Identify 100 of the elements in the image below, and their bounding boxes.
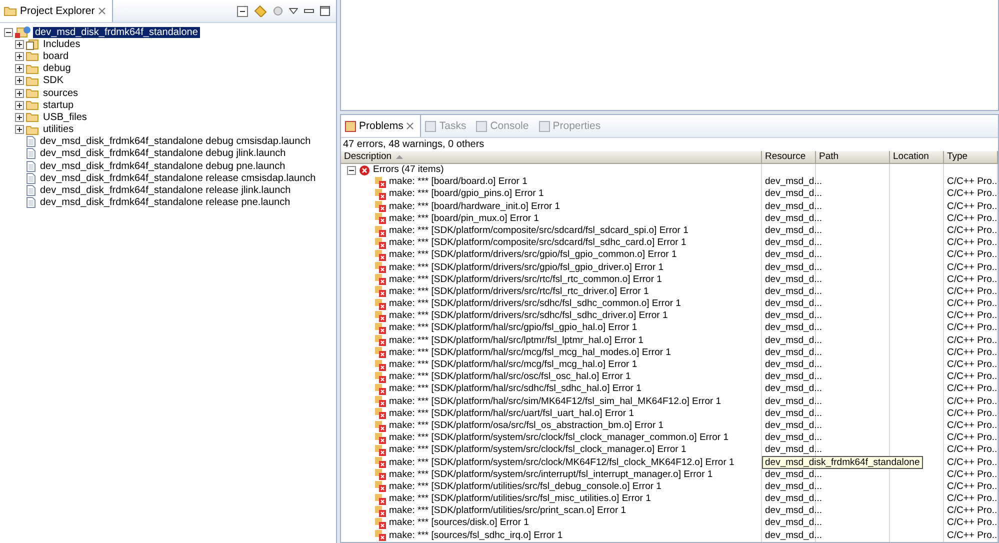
tree-item[interactable]: USB_files xyxy=(41,112,89,123)
resource-cell: dev_msd_d... xyxy=(765,212,822,225)
expand-icon[interactable] xyxy=(15,88,24,98)
tree-item[interactable]: utilities xyxy=(41,124,76,136)
build-error-icon xyxy=(375,518,386,530)
view-title: Project Explorer xyxy=(20,5,95,17)
problem-description: make: *** [SDK/platform/hal/src/mcg/fsl_mcg_hal_modes.o] Error 1 xyxy=(389,346,671,360)
group-label: Errors (47 items) xyxy=(373,164,444,176)
column-header[interactable]: Path xyxy=(816,151,890,164)
build-error-icon xyxy=(375,298,386,310)
resource-cell: dev_msd_d... xyxy=(765,383,822,396)
expand-icon[interactable] xyxy=(15,52,24,61)
resource-cell: dev_msd_d... xyxy=(765,322,822,335)
folder-icon xyxy=(26,51,39,62)
type-cell: C/C++ Pro... xyxy=(947,334,998,347)
file-icon xyxy=(26,172,36,184)
expand-icon[interactable] xyxy=(15,112,24,122)
close-icon[interactable] xyxy=(98,7,106,15)
build-error-icon xyxy=(375,469,386,480)
problem-description: make: *** [SDK/platform/drivers/src/sdhc/fsl_sdhc_common.o] Error 1 xyxy=(389,298,681,310)
expand-icon[interactable] xyxy=(15,76,24,86)
tree-item[interactable]: dev_msd_disk_frdmk64f_standalone debug jlink.launch xyxy=(38,148,288,160)
resource-cell: dev_msd_d... xyxy=(765,200,822,213)
column-header[interactable]: Description xyxy=(341,151,762,164)
type-cell: C/C++ Pro... xyxy=(947,505,998,518)
expand-icon[interactable] xyxy=(15,100,24,110)
problem-description: make: *** [SDK/platform/drivers/src/gpio/fsl_gpio_common.o] Error 1 xyxy=(389,249,677,262)
build-error-icon xyxy=(375,347,386,358)
type-cell: C/C++ Pro... xyxy=(947,176,998,188)
build-error-icon xyxy=(375,188,386,200)
resource-cell: dev_msd_d... xyxy=(765,286,822,298)
build-error-icon xyxy=(375,384,386,395)
sort-icon xyxy=(396,155,403,159)
type-cell: C/C++ Pro... xyxy=(947,298,998,310)
type-cell: C/C++ Pro... xyxy=(947,432,998,444)
problem-description: make: *** [board/pin_mux.o] Error 1 xyxy=(389,212,539,225)
expand-icon[interactable] xyxy=(15,64,24,74)
tree-item[interactable]: dev_msd_disk_frdmk64f_standalone debug cmsisdap.launch xyxy=(38,136,313,148)
tree-item[interactable]: dev_msd_disk_frdmk64f_standalone xyxy=(33,26,200,38)
type-cell: C/C++ Pro... xyxy=(947,530,998,542)
resource-cell: dev_msd_d... xyxy=(765,530,822,542)
maximize-icon[interactable] xyxy=(320,6,330,16)
tree-item[interactable]: sources xyxy=(41,88,80,99)
expand-icon[interactable] xyxy=(15,125,24,134)
problems-summary: 47 errors, 48 warnings, 0 others xyxy=(342,138,486,151)
type-cell: C/C++ Pro... xyxy=(947,274,998,286)
build-error-icon xyxy=(375,201,386,212)
resource-cell: dev_msd_d... xyxy=(765,444,822,457)
folder-icon xyxy=(26,64,39,74)
tree-item[interactable]: dev_msd_disk_frdmk64f_standalone release cmsisdap.launch xyxy=(38,172,318,184)
problem-description: make: *** [SDK/platform/hal/src/lptmr/fsl_lptmr_hal.o] Error 1 xyxy=(389,334,644,347)
resource-cell: dev_msd_d... xyxy=(765,274,822,286)
type-cell: C/C++ Pro... xyxy=(947,286,998,298)
resource-cell: dev_msd_d... xyxy=(765,346,822,360)
tree-item[interactable]: startup xyxy=(41,100,76,111)
view-tab[interactable]: Problems xyxy=(341,115,422,137)
type-cell: C/C++ Pro... xyxy=(947,468,998,481)
column-header[interactable]: Type xyxy=(944,151,998,164)
problem-description: make: *** [SDK/platform/utilities/src/fsl_debug_console.o] Error 1 xyxy=(389,480,662,494)
expand-icon[interactable] xyxy=(15,40,24,49)
type-cell: C/C++ Pro... xyxy=(947,420,998,432)
file-icon xyxy=(26,185,36,196)
problem-description: make: *** [board/gpio_pins.o] Error 1 xyxy=(389,188,544,201)
build-error-icon xyxy=(375,262,386,274)
problem-description: make: *** [SDK/platform/system/src/interrupt/fsl_interrupt_manager.o] Error 1 xyxy=(389,468,713,481)
link-editor-icon[interactable] xyxy=(254,5,267,17)
problem-description: make: *** [SDK/platform/composite/src/sdcard/fsl_sdcard_spi.o] Error 1 xyxy=(389,224,688,238)
tree-item[interactable]: dev_msd_disk_frdmk64f_standalone release jlink.launch xyxy=(38,185,293,196)
collapse-icon[interactable] xyxy=(4,28,13,37)
resource-cell: dev_msd_d... xyxy=(765,480,822,494)
tree-item[interactable]: Includes xyxy=(41,38,82,50)
folder-icon xyxy=(4,6,17,16)
resource-cell: dev_msd_d... xyxy=(765,188,822,201)
resource-cell: dev_msd_d... xyxy=(765,505,822,518)
collapse-all-icon[interactable] xyxy=(237,6,248,16)
build-error-icon xyxy=(375,494,386,505)
problem-description: make: *** [SDK/platform/osa/src/fsl_os_abstraction_bm.o] Error 1 xyxy=(389,420,664,432)
tree-item[interactable]: SDK xyxy=(41,75,66,86)
column-header[interactable]: Resource xyxy=(762,151,816,164)
column-header[interactable]: Location xyxy=(890,151,944,164)
tree-item[interactable]: dev_msd_disk_frdmk64f_standalone debug pne.launch xyxy=(38,160,288,172)
view-tab[interactable]: Project Explorer xyxy=(0,0,113,22)
build-error-icon xyxy=(375,372,386,383)
build-error-icon xyxy=(375,506,386,517)
resource-cell: dev_msd_d... xyxy=(765,396,822,408)
type-cell: C/C++ Pro... xyxy=(947,346,998,360)
tree-item[interactable]: dev_msd_disk_frdmk64f_standalone release pne.launch xyxy=(38,197,292,208)
view-menu-icon[interactable] xyxy=(289,8,298,14)
tree-item[interactable]: board xyxy=(41,50,71,62)
close-icon[interactable] xyxy=(406,122,414,130)
tree-item[interactable]: debug xyxy=(41,63,73,74)
resource-cell: dev_msd_d... xyxy=(765,237,822,250)
collapse-icon[interactable] xyxy=(347,166,356,175)
build-error-icon xyxy=(375,286,386,298)
file-icon xyxy=(26,160,36,172)
build-error-icon xyxy=(375,310,386,322)
minimize-icon[interactable] xyxy=(304,8,314,14)
problem-description: make: *** [sources/fsl_sdhc_irq.o] Error 1 xyxy=(389,530,563,542)
filter-icon[interactable] xyxy=(273,6,283,16)
type-cell: C/C++ Pro... xyxy=(947,237,998,250)
